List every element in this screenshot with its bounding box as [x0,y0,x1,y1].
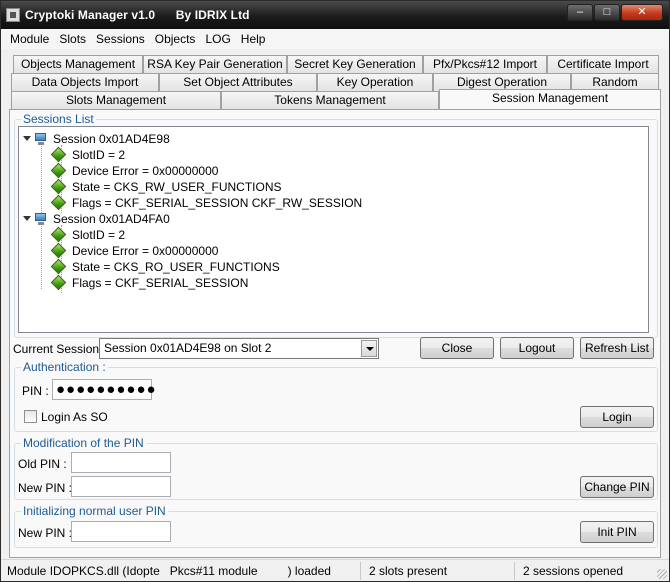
property-icon [50,258,67,275]
old-pin-input[interactable] [71,452,171,473]
title-bar[interactable]: Cryptoki Manager v1.0 By IDRIX Ltd ‒ □ ✕ [1,1,669,29]
property-icon [50,274,67,291]
close-window-button[interactable]: ✕ [621,4,663,21]
init-new-pin-input[interactable] [71,521,171,542]
tree-node-property[interactable]: SlotID = 2 [50,226,126,243]
property-text: Flags = CKF_SERIAL_SESSION [72,276,249,290]
window-title: Cryptoki Manager v1.0 By IDRIX Ltd [25,8,250,22]
menu-log[interactable]: LOG [200,32,235,46]
maximize-button[interactable]: □ [594,4,620,21]
property-icon [50,194,67,211]
tree-line [41,223,42,289]
pin-label: PIN : [22,384,49,398]
tree-node-property[interactable]: State = CKS_RW_USER_FUNCTIONS [50,178,282,195]
status-sessions: 2 sessions opened [523,564,624,578]
session-icon [33,212,49,226]
property-icon [50,162,67,179]
current-session-select[interactable]: Session 0x01AD4E98 on Slot 2 [99,338,379,359]
tab-key-operation[interactable]: Key Operation [317,73,433,91]
new-pin-label: New PIN : [18,481,73,495]
current-session-value: Session 0x01AD4E98 on Slot 2 [104,341,272,355]
menu-slots[interactable]: Slots [54,32,91,46]
session-name: Session 0x01AD4FA0 [53,212,170,226]
chevron-down-icon[interactable] [361,340,377,357]
property-icon [50,226,67,243]
close-session-button[interactable]: Close [420,337,494,359]
collapse-icon[interactable] [23,216,31,221]
menu-help[interactable]: Help [236,32,271,46]
logout-button[interactable]: Logout [500,337,574,359]
tab-certificate-import[interactable]: Certificate Import [547,55,659,73]
tab-tokens-management[interactable]: Tokens Management [221,91,439,109]
session-management-panel: Sessions List Session 0x01AD4E98 SlotID … [9,109,661,558]
init-user-pin-legend: Initializing normal user PIN [23,504,166,518]
refresh-list-button[interactable]: Refresh List [580,337,654,359]
menu-module[interactable]: Module [5,32,54,46]
authentication-legend: Authentication : [23,360,106,374]
property-text: SlotID = 2 [72,148,126,162]
property-icon [50,242,67,259]
app-window: Cryptoki Manager v1.0 By IDRIX Ltd ‒ □ ✕… [0,0,670,582]
login-button[interactable]: Login [580,406,654,428]
status-bar: Module IDOPKCS.dll (Idopte Pkcs#11 modul… [1,559,669,581]
tab-row-1: Objects Management RSA Key Pair Generati… [1,55,669,73]
tree-node-property[interactable]: Flags = CKF_SERIAL_SESSION CKF_RW_SESSIO… [50,194,363,211]
tab-slots-management[interactable]: Slots Management [11,91,221,109]
property-text: Flags = CKF_SERIAL_SESSION CKF_RW_SESSIO… [72,196,363,210]
tab-objects-management[interactable]: Objects Management [13,55,143,73]
init-new-pin-label: New PIN : [18,526,73,540]
menu-bar: Module Slots Sessions Objects LOG Help [1,29,669,49]
menu-objects[interactable]: Objects [150,32,201,46]
collapse-icon[interactable] [23,136,31,141]
property-text: SlotID = 2 [72,228,126,242]
tab-rsa-key-pair-generation[interactable]: RSA Key Pair Generation [143,55,287,73]
tab-set-object-attributes[interactable]: Set Object Attributes [159,73,317,91]
property-text: Device Error = 0x00000000 [72,164,219,178]
menu-sessions[interactable]: Sessions [91,32,150,46]
tree-node-property[interactable]: SlotID = 2 [50,146,126,163]
init-pin-button[interactable]: Init PIN [580,521,654,543]
resize-grip-icon[interactable] [657,569,667,579]
tab-data-objects-import[interactable]: Data Objects Import [11,73,159,91]
current-session-label: Current Session : [13,342,106,356]
tree-node-property[interactable]: Device Error = 0x00000000 [50,242,219,259]
window-controls: ‒ □ ✕ [566,4,663,21]
minimize-button[interactable]: ‒ [567,4,593,21]
sessions-tree[interactable]: Session 0x01AD4E98 SlotID = 2 Device Err… [18,126,649,333]
tree-node-property[interactable]: Flags = CKF_SERIAL_SESSION [50,274,249,291]
property-text: State = CKS_RO_USER_FUNCTIONS [72,260,280,274]
login-as-so-checkbox[interactable] [24,410,37,423]
sessions-list-legend: Sessions List [23,112,94,126]
session-name: Session 0x01AD4E98 [53,132,170,146]
session-icon [33,132,49,146]
property-text: State = CKS_RW_USER_FUNCTIONS [72,180,282,194]
modify-pin-legend: Modification of the PIN [23,436,144,450]
status-slots: 2 slots present [365,562,515,580]
tab-row-3: Slots Management Tokens Management Sessi… [1,89,669,109]
tree-node-property[interactable]: Device Error = 0x00000000 [50,162,219,179]
property-text: Device Error = 0x00000000 [72,244,219,258]
property-icon [50,178,67,195]
tree-node-property[interactable]: State = CKS_RO_USER_FUNCTIONS [50,258,280,275]
app-icon[interactable] [6,8,20,22]
change-pin-button[interactable]: Change PIN [580,476,654,498]
status-module: Module IDOPKCS.dll (Idopte Pkcs#11 modul… [3,562,361,580]
new-pin-input[interactable] [71,476,171,497]
tab-pfx-import[interactable]: Pfx/Pkcs#12 Import [423,55,547,73]
property-icon [50,146,67,163]
login-as-so-label: Login As SO [41,410,108,424]
tree-node-session[interactable]: Session 0x01AD4FA0 [33,211,170,227]
tree-node-session[interactable]: Session 0x01AD4E98 [33,131,170,147]
tab-secret-key-generation[interactable]: Secret Key Generation [287,55,423,73]
pin-input[interactable]: ●●●●●●●●●● [52,379,156,400]
old-pin-label: Old PIN : [18,457,67,471]
tab-session-management[interactable]: Session Management [439,89,661,109]
